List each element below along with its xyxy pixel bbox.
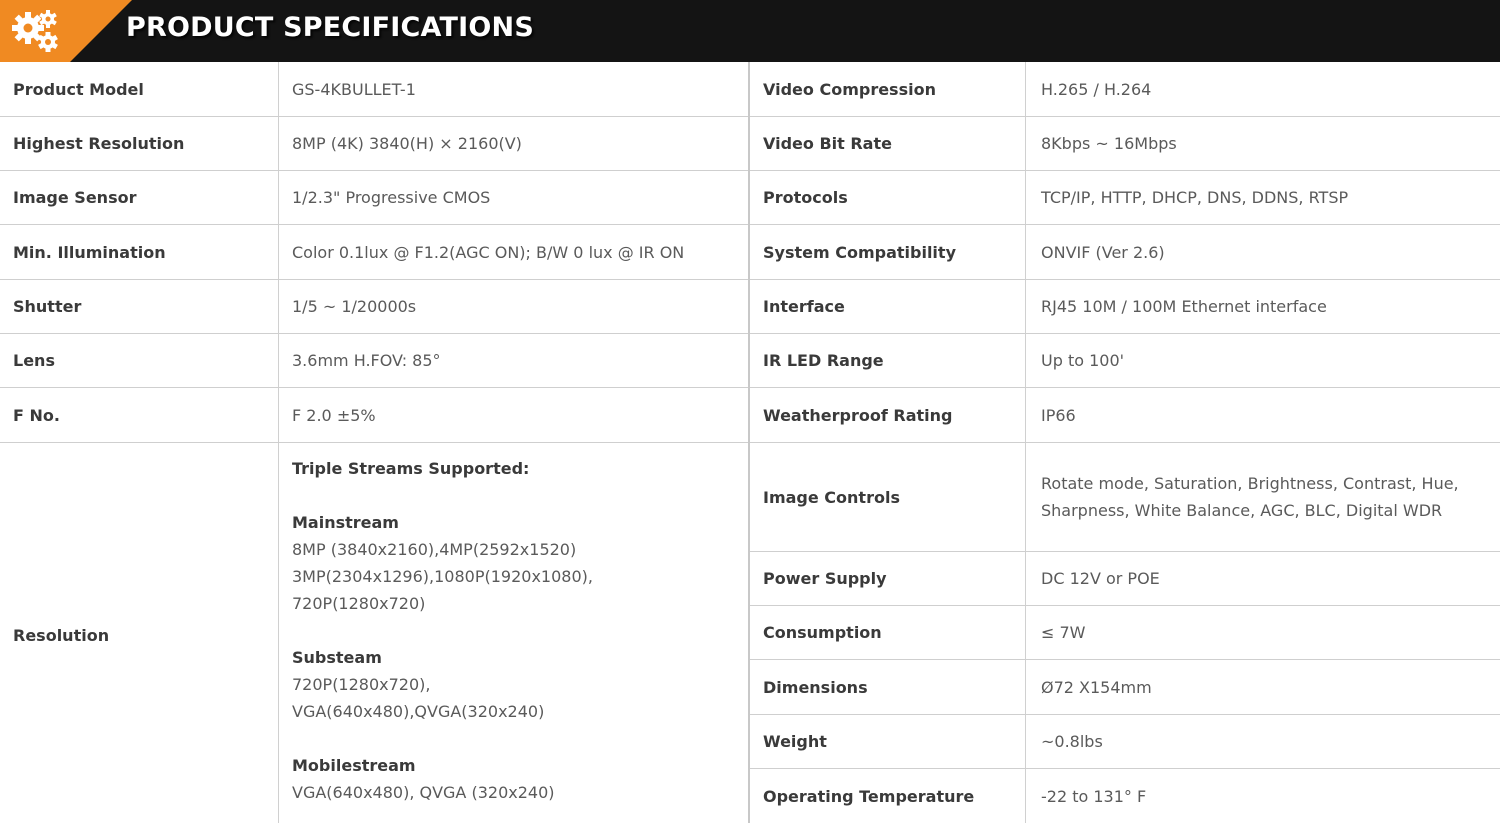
spec-row: Interface RJ45 10M / 100M Ethernet inter… (750, 280, 1500, 334)
spec-value: RJ45 10M / 100M Ethernet interface (1041, 297, 1327, 316)
spec-value: Ø72 X154mm (1041, 677, 1152, 697)
spec-row: Consumption ≤ 7W (750, 606, 1500, 660)
mainstream-title: Mainstream (292, 513, 399, 532)
spec-row: Weatherproof Rating IP66 (750, 388, 1500, 443)
streams-heading: Triple Streams Supported: (292, 459, 530, 478)
spec-value: 3.6mm H.FOV: 85° (292, 351, 441, 370)
mobilestream-line: VGA(640x480), QVGA (320x240) (292, 783, 555, 802)
spec-label: Dimensions (750, 660, 1026, 714)
substream-title: Substeam (292, 648, 382, 667)
spec-value: ~0.8lbs (1041, 732, 1103, 751)
spec-label: Product Model (0, 62, 279, 116)
spec-label: Video Compression (750, 62, 1026, 116)
spec-row: Lens 3.6mm H.FOV: 85° (0, 334, 749, 388)
mainstream-line: 720P(1280x720) (292, 594, 426, 613)
spec-row: Product Model GS-4KBULLET-1 (0, 62, 749, 117)
spec-label: IR LED Range (750, 334, 1026, 387)
spec-value: H.265 / H.264 (1041, 79, 1152, 99)
spec-value: IP66 (1041, 405, 1076, 425)
spec-row: Weight ~0.8lbs (750, 715, 1500, 769)
header-bar: PRODUCT SPECIFICATIONS (0, 0, 1500, 62)
image-controls-line: Sharpness, White Balance, AGC, BLC, Digi… (1041, 501, 1443, 520)
mobilestream-title: Mobilestream (292, 756, 416, 775)
spec-label: Weight (750, 715, 1026, 768)
spec-value: 8Kbps ~ 16Mbps (1041, 134, 1177, 153)
spec-row-image-controls: Image Controls Rotate mode, Saturation, … (750, 443, 1500, 552)
spec-row: Power Supply DC 12V or POE (750, 552, 1500, 606)
spec-label: Resolution (0, 443, 279, 823)
spec-row: System Compatibility ONVIF (Ver 2.6) (750, 225, 1500, 280)
spec-value: GS-4KBULLET-1 (292, 79, 416, 99)
spec-label: Consumption (750, 606, 1026, 659)
spec-label: Interface (750, 280, 1026, 333)
spec-label: Protocols (750, 171, 1026, 224)
spec-label: Image Sensor (0, 171, 279, 224)
spec-row: Shutter 1/5 ~ 1/20000s (0, 280, 749, 334)
spec-value: -22 to 131° F (1041, 786, 1147, 806)
spec-value: Up to 100' (1041, 351, 1125, 370)
page-title: PRODUCT SPECIFICATIONS (126, 12, 535, 43)
spec-row: IR LED Range Up to 100' (750, 334, 1500, 388)
resolution-value: Triple Streams Supported: Mainstream 8MP… (279, 443, 749, 823)
spec-row: Protocols TCP/IP, HTTP, DHCP, DNS, DDNS,… (750, 171, 1500, 225)
spec-row: F No. F 2.0 ±5% (0, 388, 749, 443)
spec-value: 8MP (4K) 3840(H) × 2160(V) (292, 134, 522, 153)
spec-row: Video Bit Rate 8Kbps ~ 16Mbps (750, 117, 1500, 171)
substream-line: VGA(640x480),QVGA(320x240) (292, 702, 545, 721)
spec-label: F No. (0, 388, 279, 442)
spec-label: Image Controls (750, 443, 1026, 551)
spec-value: 1/5 ~ 1/20000s (292, 297, 417, 316)
spec-value: Color 0.1lux @ F1.2(AGC ON); B/W 0 lux @… (292, 242, 685, 262)
spec-value: F 2.0 ±5% (292, 405, 376, 425)
spec-row: Dimensions Ø72 X154mm (750, 660, 1500, 715)
mainstream-line: 8MP (3840x2160),4MP(2592x1520) (292, 540, 577, 559)
spec-label: Operating Temperature (750, 769, 1026, 823)
mainstream-line: 3MP(2304x1296),1080P(1920x1080), (292, 567, 593, 586)
spec-value: DC 12V or POE (1041, 569, 1160, 588)
image-controls-line: Rotate mode, Saturation, Brightness, Con… (1041, 474, 1459, 493)
spec-label: System Compatibility (750, 225, 1026, 279)
spec-row: Operating Temperature -22 to 131° F (750, 769, 1500, 823)
spec-value: ≤ 7W (1041, 623, 1086, 642)
spec-label: Highest Resolution (0, 117, 279, 170)
spec-row: Highest Resolution 8MP (4K) 3840(H) × 21… (0, 117, 749, 171)
spec-label: Video Bit Rate (750, 117, 1026, 170)
spec-row: Video Compression H.265 / H.264 (750, 62, 1500, 117)
substream-line: 720P(1280x720), (292, 675, 431, 694)
spec-label: Lens (0, 334, 279, 387)
spec-row: Min. Illumination Color 0.1lux @ F1.2(AG… (0, 225, 749, 280)
spec-label: Shutter (0, 280, 279, 333)
spec-label: Min. Illumination (0, 225, 279, 279)
image-controls-value: Rotate mode, Saturation, Brightness, Con… (1026, 443, 1500, 551)
spec-label: Weatherproof Rating (750, 388, 1026, 442)
spec-value: ONVIF (Ver 2.6) (1041, 242, 1165, 262)
spec-value: TCP/IP, HTTP, DHCP, DNS, DDNS, RTSP (1041, 188, 1349, 207)
logo-tab (0, 0, 132, 62)
spec-row-resolution: Resolution Triple Streams Supported: Mai… (0, 443, 749, 823)
spec-label: Power Supply (750, 552, 1026, 605)
gears-icon (12, 10, 58, 52)
spec-value: 1/2.3" Progressive CMOS (292, 188, 491, 207)
spec-row: Image Sensor 1/2.3" Progressive CMOS (0, 171, 749, 225)
